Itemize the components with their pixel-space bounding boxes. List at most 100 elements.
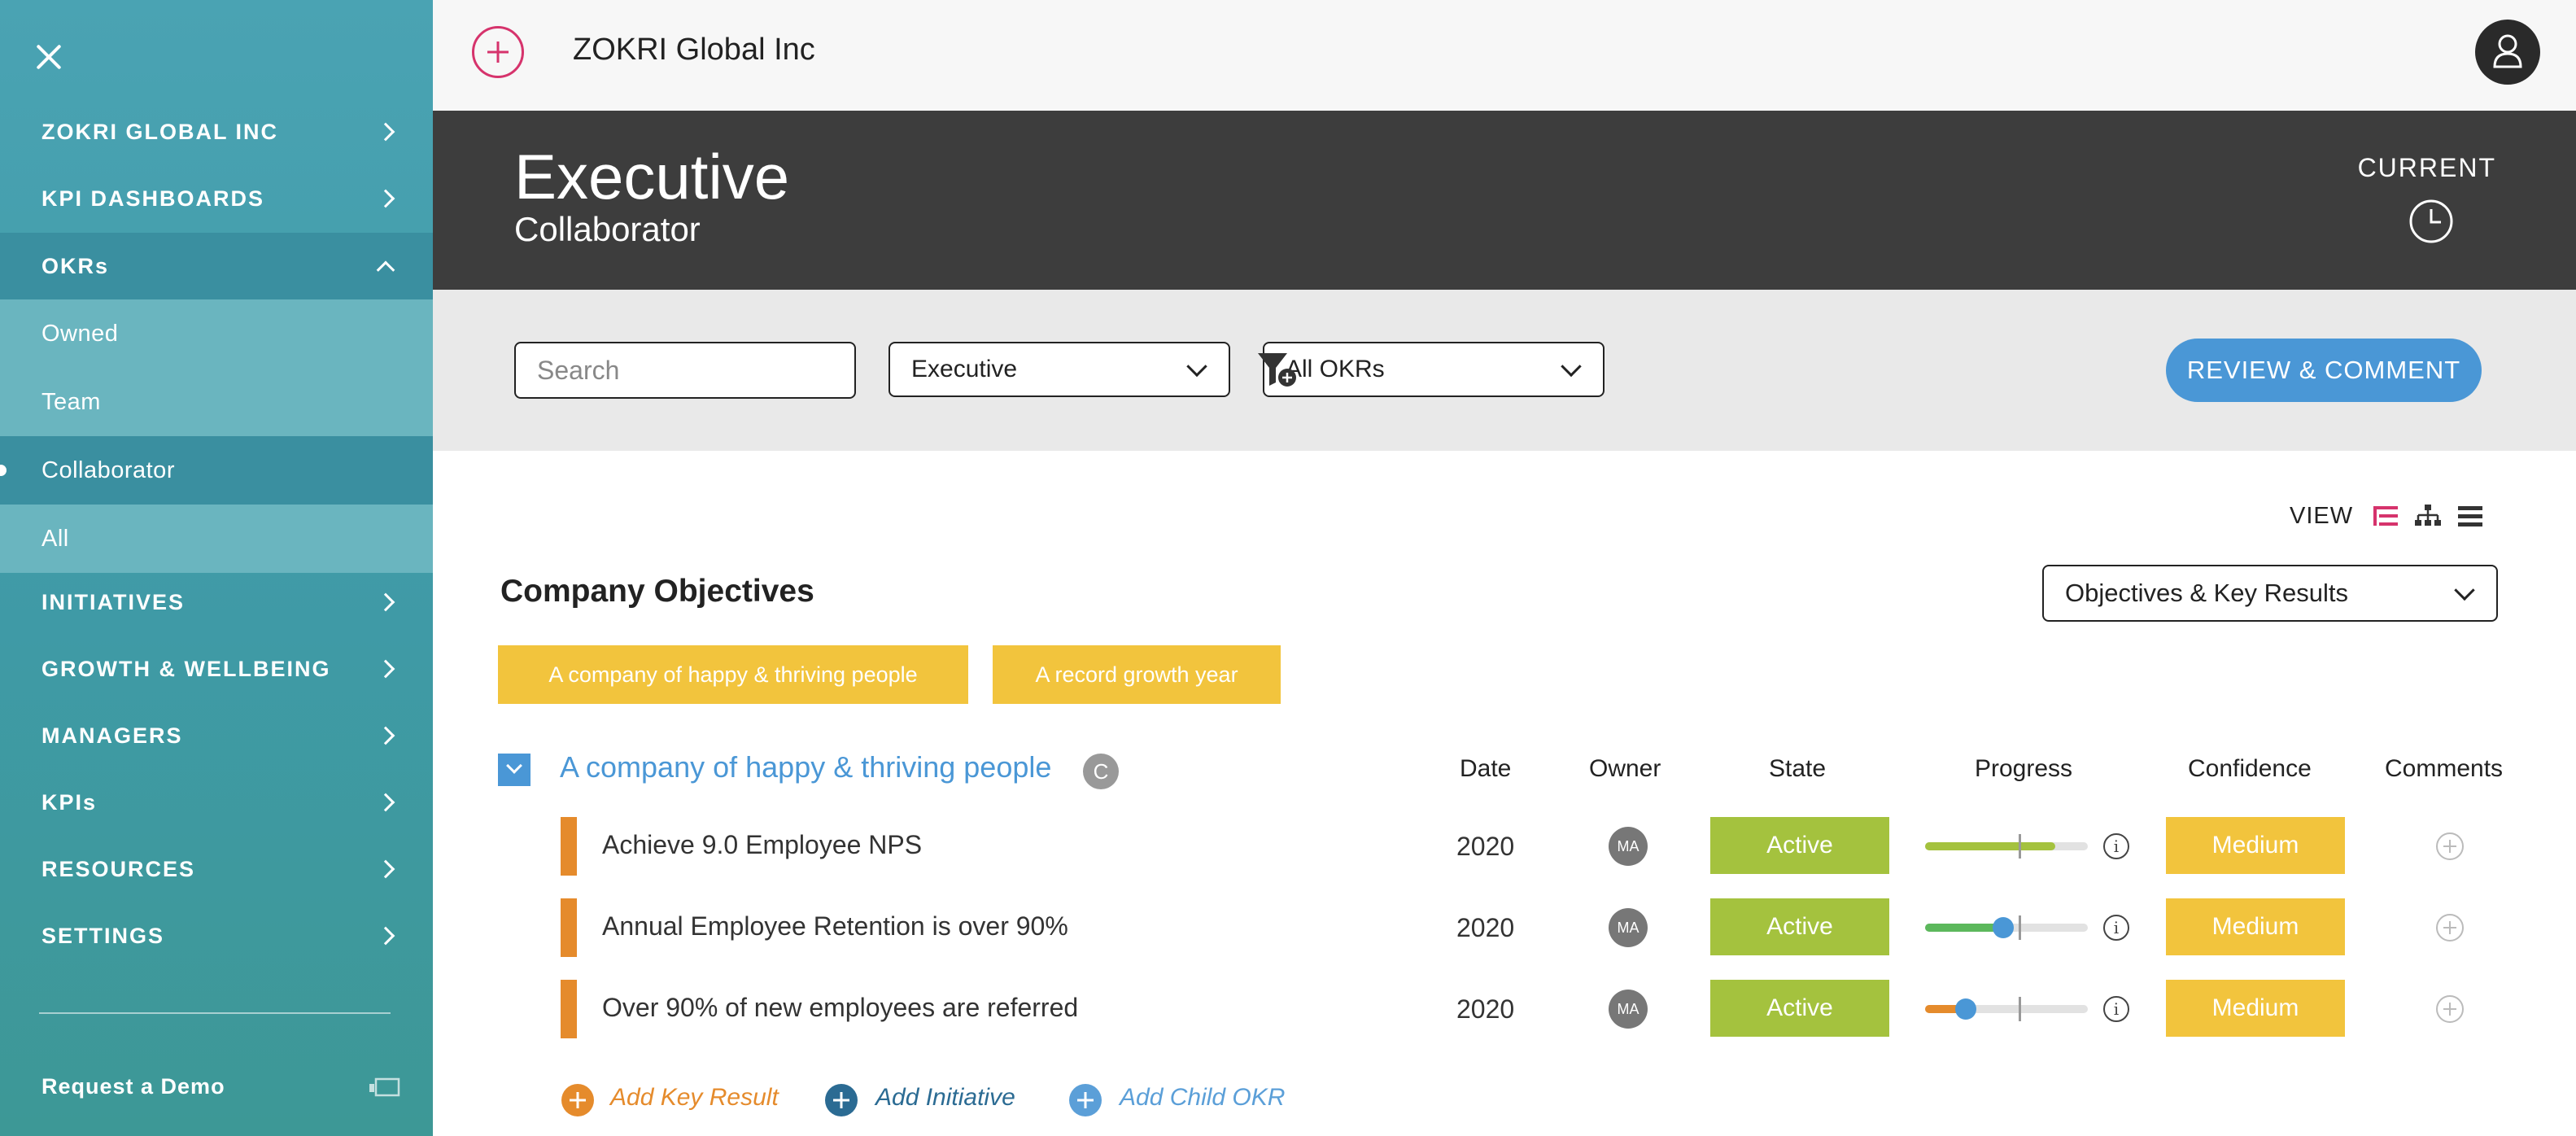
- sidebar-item-growth-wellbeing[interactable]: GROWTH & WELLBEING: [0, 636, 433, 701]
- user-avatar[interactable]: [2475, 20, 2540, 85]
- objective-collapse-toggle[interactable]: [498, 754, 530, 786]
- objective-chip[interactable]: A record growth year: [993, 645, 1281, 704]
- objective-title[interactable]: A company of happy & thriving people: [560, 750, 1051, 784]
- info-icon[interactable]: i: [2103, 996, 2129, 1022]
- sidebar-item-label: OKRs: [41, 253, 110, 278]
- okr-filter-value: All OKRs: [1286, 356, 1385, 382]
- add-child-okr-icon[interactable]: [1069, 1084, 1102, 1116]
- add-initiative-link[interactable]: Add Initiative: [875, 1084, 1015, 1112]
- add-comment-icon[interactable]: [2436, 832, 2464, 860]
- sidebar-item-kpi-dashboards[interactable]: KPI DASHBOARDS: [0, 166, 433, 231]
- state-badge[interactable]: Active: [1710, 980, 1889, 1037]
- chevron-down-icon: [1186, 356, 1207, 378]
- clock-icon[interactable]: [2408, 199, 2454, 244]
- column-header-date: Date: [1460, 755, 1512, 782]
- chevron-right-icon: [376, 726, 395, 745]
- sidebar-item-resources[interactable]: RESOURCES: [0, 837, 433, 902]
- progress-slider-knob[interactable]: [1955, 998, 1976, 1020]
- column-header-state: State: [1769, 755, 1827, 782]
- add-key-result-link[interactable]: Add Key Result: [610, 1084, 779, 1112]
- column-header-comments: Comments: [2385, 755, 2504, 782]
- key-result-title[interactable]: Achieve 9.0 Employee NPS: [602, 830, 922, 860]
- progress-target-marker: [2019, 834, 2021, 859]
- sidebar-item-label: KPIs: [41, 789, 98, 815]
- period-label: CURRENT: [2357, 153, 2496, 182]
- tree-list-view-icon[interactable]: [2371, 501, 2400, 531]
- add-comment-icon[interactable]: [2436, 995, 2464, 1023]
- page-header: Executive Collaborator CURRENT: [433, 111, 2576, 290]
- hierarchy-view-icon[interactable]: [2413, 501, 2443, 531]
- close-icon[interactable]: [31, 39, 67, 75]
- role-select[interactable]: Executive: [889, 342, 1230, 397]
- view-mode-value: Objectives & Key Results: [2065, 579, 2349, 607]
- chevron-right-icon: [376, 189, 395, 208]
- sidebar-item-label: KPI DASHBOARDS: [41, 186, 265, 211]
- presentation-icon: [369, 1077, 400, 1097]
- add-comment-icon[interactable]: [2436, 914, 2464, 942]
- key-result-title[interactable]: Over 90% of new employees are referred: [602, 993, 1078, 1023]
- progress-bar[interactable]: [1925, 997, 2088, 1021]
- sidebar-item-label: SETTINGS: [41, 923, 165, 948]
- owner-avatar[interactable]: MA: [1609, 990, 1648, 1029]
- progress-fill: [1925, 924, 2003, 932]
- info-icon[interactable]: i: [2103, 915, 2129, 941]
- sidebar-subitem-collaborator[interactable]: Collaborator: [0, 436, 433, 505]
- sidebar-subitem-label: Owned: [41, 320, 119, 347]
- chevron-right-icon: [376, 659, 395, 679]
- chevron-down-icon: [1561, 356, 1582, 378]
- objective-chip[interactable]: A company of happy & thriving people: [498, 645, 968, 704]
- progress-fill: [1925, 842, 2055, 850]
- review-comment-button[interactable]: REVIEW & COMMENT: [2166, 339, 2482, 402]
- add-icon[interactable]: [472, 26, 524, 78]
- sidebar-item-label: ZOKRI GLOBAL INC: [41, 119, 278, 144]
- add-initiative-icon[interactable]: [825, 1084, 858, 1116]
- sidebar-item-okrs[interactable]: OKRs: [0, 233, 433, 299]
- view-mode-select[interactable]: Objectives & Key Results: [2042, 565, 2498, 622]
- key-result-marker: [561, 898, 577, 957]
- confidence-badge[interactable]: Medium: [2166, 817, 2345, 874]
- progress-bar[interactable]: [1925, 834, 2088, 859]
- sidebar: ZOKRI GLOBAL INC KPI DASHBOARDS OKRs Own…: [0, 0, 433, 1136]
- user-icon: [2493, 34, 2522, 68]
- add-filter-icon[interactable]: [1255, 347, 1300, 392]
- sidebar-item-kpis[interactable]: KPIs: [0, 770, 433, 835]
- progress-slider-knob[interactable]: [1993, 917, 2014, 938]
- chevron-right-icon: [376, 592, 395, 612]
- info-icon[interactable]: i: [2103, 833, 2129, 859]
- chevron-right-icon: [376, 926, 395, 946]
- view-label: VIEW: [2290, 503, 2354, 529]
- sidebar-subitem-label: All: [41, 525, 69, 552]
- confidence-badge[interactable]: Medium: [2166, 898, 2345, 955]
- sidebar-item-settings[interactable]: SETTINGS: [0, 903, 433, 968]
- sidebar-subitem-team[interactable]: Team: [0, 368, 433, 436]
- objective-badge: C: [1083, 754, 1119, 789]
- list-view-icon[interactable]: [2456, 501, 2485, 531]
- sidebar-item-managers[interactable]: MANAGERS: [0, 703, 433, 768]
- key-result-date: 2020: [1456, 913, 1515, 942]
- add-child-okr-link[interactable]: Add Child OKR: [1120, 1084, 1285, 1112]
- state-badge[interactable]: Active: [1710, 898, 1889, 955]
- okr-filter-select[interactable]: All OKRs: [1263, 342, 1605, 397]
- sidebar-item-label: MANAGERS: [41, 723, 183, 748]
- chevron-up-icon: [376, 260, 395, 280]
- add-key-result-icon[interactable]: [561, 1084, 594, 1116]
- sidebar-item-zokri-global-inc[interactable]: ZOKRI GLOBAL INC: [0, 99, 433, 164]
- sidebar-item-label: RESOURCES: [41, 856, 196, 881]
- sidebar-subitem-all[interactable]: All: [0, 505, 433, 573]
- key-result-date: 2020: [1456, 994, 1515, 1024]
- state-badge[interactable]: Active: [1710, 817, 1889, 874]
- owner-avatar[interactable]: MA: [1609, 908, 1648, 947]
- confidence-badge[interactable]: Medium: [2166, 980, 2345, 1037]
- progress-target-marker: [2019, 915, 2021, 940]
- key-result-title[interactable]: Annual Employee Retention is over 90%: [602, 911, 1068, 942]
- sidebar-subitem-owned[interactable]: Owned: [0, 299, 433, 368]
- sidebar-item-initiatives[interactable]: INITIATIVES: [0, 570, 433, 635]
- progress-bar[interactable]: [1925, 915, 2088, 940]
- chevron-down-icon: [2454, 579, 2475, 601]
- request-demo-link[interactable]: Request a Demo: [41, 1074, 225, 1099]
- chevron-right-icon: [376, 122, 395, 142]
- filter-bar: Executive All OKRs REVIEW & COMMENT: [433, 290, 2576, 451]
- sidebar-divider: [39, 1012, 391, 1014]
- owner-avatar[interactable]: MA: [1609, 827, 1648, 866]
- search-input[interactable]: [514, 342, 856, 399]
